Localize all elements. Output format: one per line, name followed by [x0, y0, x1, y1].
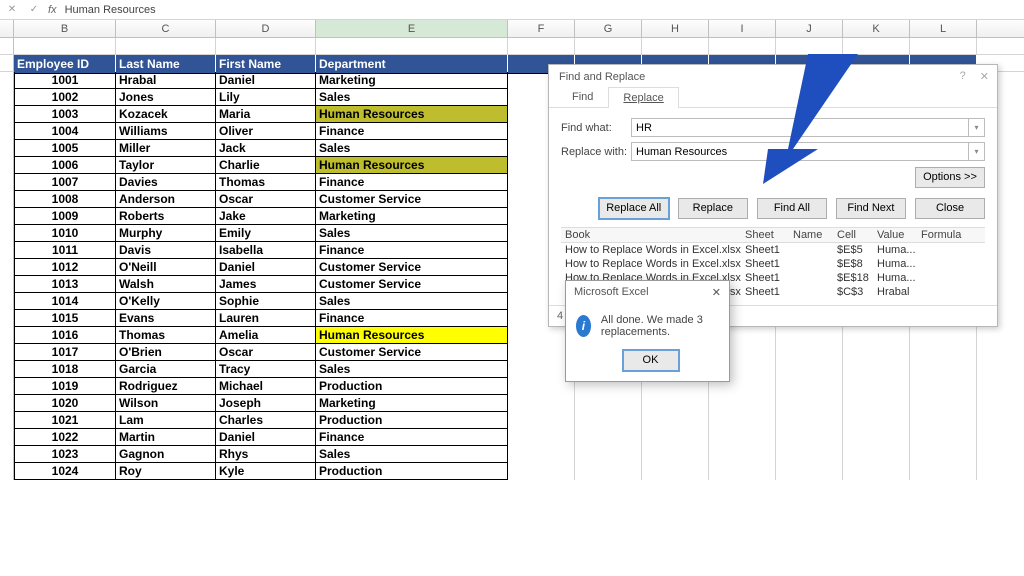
replace-button[interactable]: Replace [678, 198, 748, 219]
message-box: Microsoft Excel ✕ i All done. We made 3 … [565, 280, 730, 382]
select-all-corner[interactable] [0, 20, 14, 37]
col-header-i[interactable]: I [709, 20, 776, 37]
col-header-h[interactable]: H [642, 20, 709, 37]
find-what-label: Find what: [561, 122, 631, 134]
col-header-k[interactable]: K [843, 20, 910, 37]
tab-find[interactable]: Find [557, 86, 608, 107]
result-row[interactable]: How to Replace Words in Excel.xlsxSheet1… [561, 257, 985, 271]
replace-with-input[interactable] [631, 142, 969, 161]
info-icon: i [576, 315, 591, 337]
cancel-icon[interactable]: ✕ [4, 2, 20, 18]
replace-with-label: Replace with: [561, 146, 631, 158]
table-row[interactable]: 1021LamCharlesProduction [0, 412, 1024, 429]
col-header-b[interactable]: B [14, 20, 116, 37]
table-row[interactable]: 1017O'BrienOscarCustomer Service [0, 344, 1024, 361]
find-dropdown-icon[interactable]: ▾ [969, 118, 985, 137]
close-button[interactable]: Close [915, 198, 985, 219]
close-icon[interactable]: ✕ [980, 70, 989, 83]
table-row[interactable]: 1022MartinDanielFinance [0, 429, 1024, 446]
table-row[interactable]: 1020WilsonJosephMarketing [0, 395, 1024, 412]
col-header-l[interactable]: L [910, 20, 977, 37]
table-row[interactable]: 1016ThomasAmeliaHuman Resources [0, 327, 1024, 344]
options-button[interactable]: Options >> [915, 167, 985, 188]
replace-dropdown-icon[interactable]: ▾ [969, 142, 985, 161]
find-what-input[interactable] [631, 118, 969, 137]
find-next-button[interactable]: Find Next [836, 198, 906, 219]
col-header-g[interactable]: G [575, 20, 642, 37]
msgbox-title: Microsoft Excel [574, 286, 649, 299]
fx-icon[interactable]: fx [48, 4, 57, 16]
ok-button[interactable]: OK [623, 350, 679, 371]
help-icon[interactable]: ? [960, 70, 966, 83]
dialog-title: Find and Replace [559, 71, 645, 83]
table-row[interactable]: 1024RoyKyleProduction [0, 463, 1024, 480]
find-all-button[interactable]: Find All [757, 198, 827, 219]
replace-all-button[interactable]: Replace All [599, 198, 669, 219]
table-row[interactable]: 1018GarciaTracySales [0, 361, 1024, 378]
msgbox-close-icon[interactable]: ✕ [712, 286, 721, 299]
table-row[interactable]: 1023GagnonRhysSales [0, 446, 1024, 463]
formula-text[interactable]: Human Resources [65, 4, 156, 16]
results-header: Book Sheet Name Cell Value Formula [561, 227, 985, 243]
formula-bar: ✕ ✓ fx Human Resources [0, 0, 1024, 20]
col-header-e[interactable]: E [316, 20, 508, 37]
col-header-f[interactable]: F [508, 20, 575, 37]
confirm-icon[interactable]: ✓ [26, 2, 42, 18]
col-header-j[interactable]: J [776, 20, 843, 37]
result-row[interactable]: How to Replace Words in Excel.xlsxSheet1… [561, 243, 985, 257]
table-row[interactable]: 1019RodriguezMichaelProduction [0, 378, 1024, 395]
col-header-d[interactable]: D [216, 20, 316, 37]
msgbox-text: All done. We made 3 replacements. [601, 314, 719, 338]
col-header-c[interactable]: C [116, 20, 216, 37]
column-headers: B C D E F G H I J K L [0, 20, 1024, 38]
tab-replace[interactable]: Replace [608, 87, 678, 108]
